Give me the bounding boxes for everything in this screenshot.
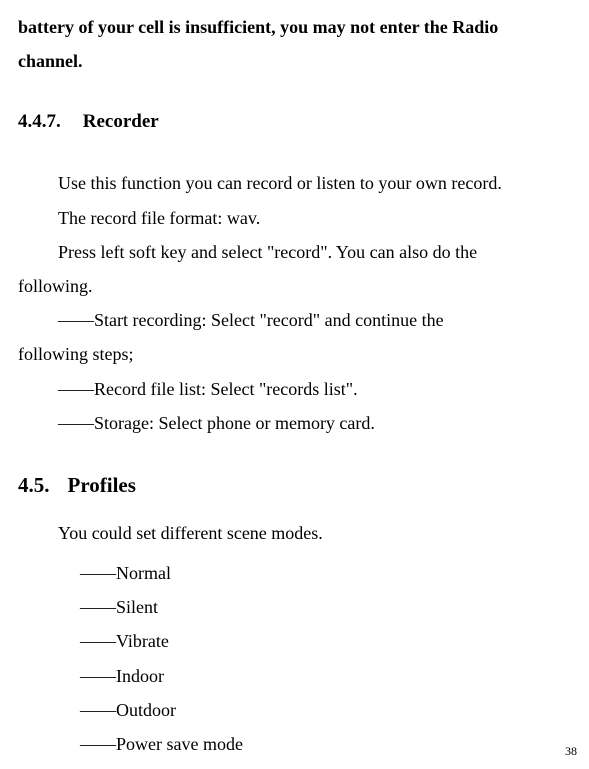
section-45-title: Profiles — [68, 473, 136, 497]
section-447-item3: ――Storage: Select phone or memory card. — [18, 406, 577, 440]
profile-item: ――Indoor — [18, 659, 577, 693]
section-447-item1-line2: following steps; — [18, 337, 577, 371]
intro-bold-line2: channel. — [18, 44, 577, 78]
page-number: 38 — [565, 740, 577, 763]
section-447-number: 4.4.7. — [18, 104, 61, 140]
intro-bold-line1: battery of your cell is insufficient, yo… — [18, 10, 577, 44]
profile-item: ――Normal — [18, 556, 577, 590]
section-447-para2: The record file format: wav. — [18, 201, 577, 235]
section-45-number: 4.5. — [18, 466, 50, 506]
profile-item: ――Silent — [18, 590, 577, 624]
section-447-para1: Use this function you can record or list… — [18, 166, 577, 200]
section-45-heading: 4.5. Profiles — [18, 466, 577, 506]
section-447-para3-line1: Press left soft key and select "record".… — [18, 235, 577, 269]
section-447-para3-line2: following. — [18, 269, 577, 303]
section-447-item1-line1: ――Start recording: Select "record" and c… — [18, 303, 577, 337]
profile-item: ――Vibrate — [18, 624, 577, 658]
profile-item: ――Outdoor — [18, 693, 577, 727]
profile-item: ――Power save mode — [18, 727, 577, 761]
section-45-intro: You could set different scene modes. — [18, 516, 577, 550]
section-447-item2: ――Record file list: Select "records list… — [18, 372, 577, 406]
section-447-title: Recorder — [83, 111, 159, 132]
section-447-heading: 4.4.7. Recorder — [18, 104, 577, 140]
